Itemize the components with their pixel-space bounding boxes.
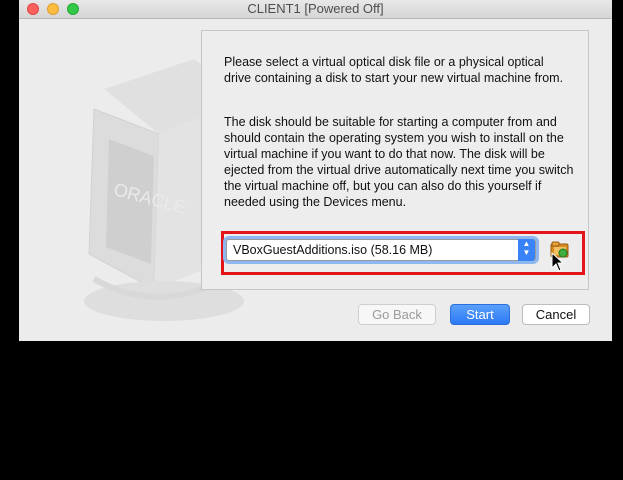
go-back-button[interactable]: Go Back	[358, 304, 436, 325]
vm-window: CLIENT1 [Powered Off] ORACLE Please sele…	[19, 0, 612, 341]
instruction-paragraph-1: Please select a virtual optical disk fil…	[224, 55, 564, 85]
disk-selection-panel: Please select a virtual optical disk fil…	[201, 30, 589, 290]
optical-disk-combobox[interactable]: VBoxGuestAdditions.iso (58.16 MB) ▲ ▼	[226, 239, 536, 261]
instruction-paragraph-2: The disk should be suitable for starting…	[224, 115, 574, 209]
window-title: CLIENT1 [Powered Off]	[247, 1, 384, 16]
dialog-content: ORACLE Please select a virtual optical d…	[19, 19, 612, 341]
title-bar: CLIENT1 [Powered Off]	[19, 0, 612, 19]
selected-disk-text: VBoxGuestAdditions.iso (58.16 MB)	[233, 243, 433, 257]
up-down-chevron-icon[interactable]: ▲ ▼	[518, 239, 535, 261]
start-button[interactable]: Start	[450, 304, 510, 325]
cancel-button[interactable]: Cancel	[522, 304, 590, 325]
mouse-cursor-icon	[551, 252, 565, 272]
